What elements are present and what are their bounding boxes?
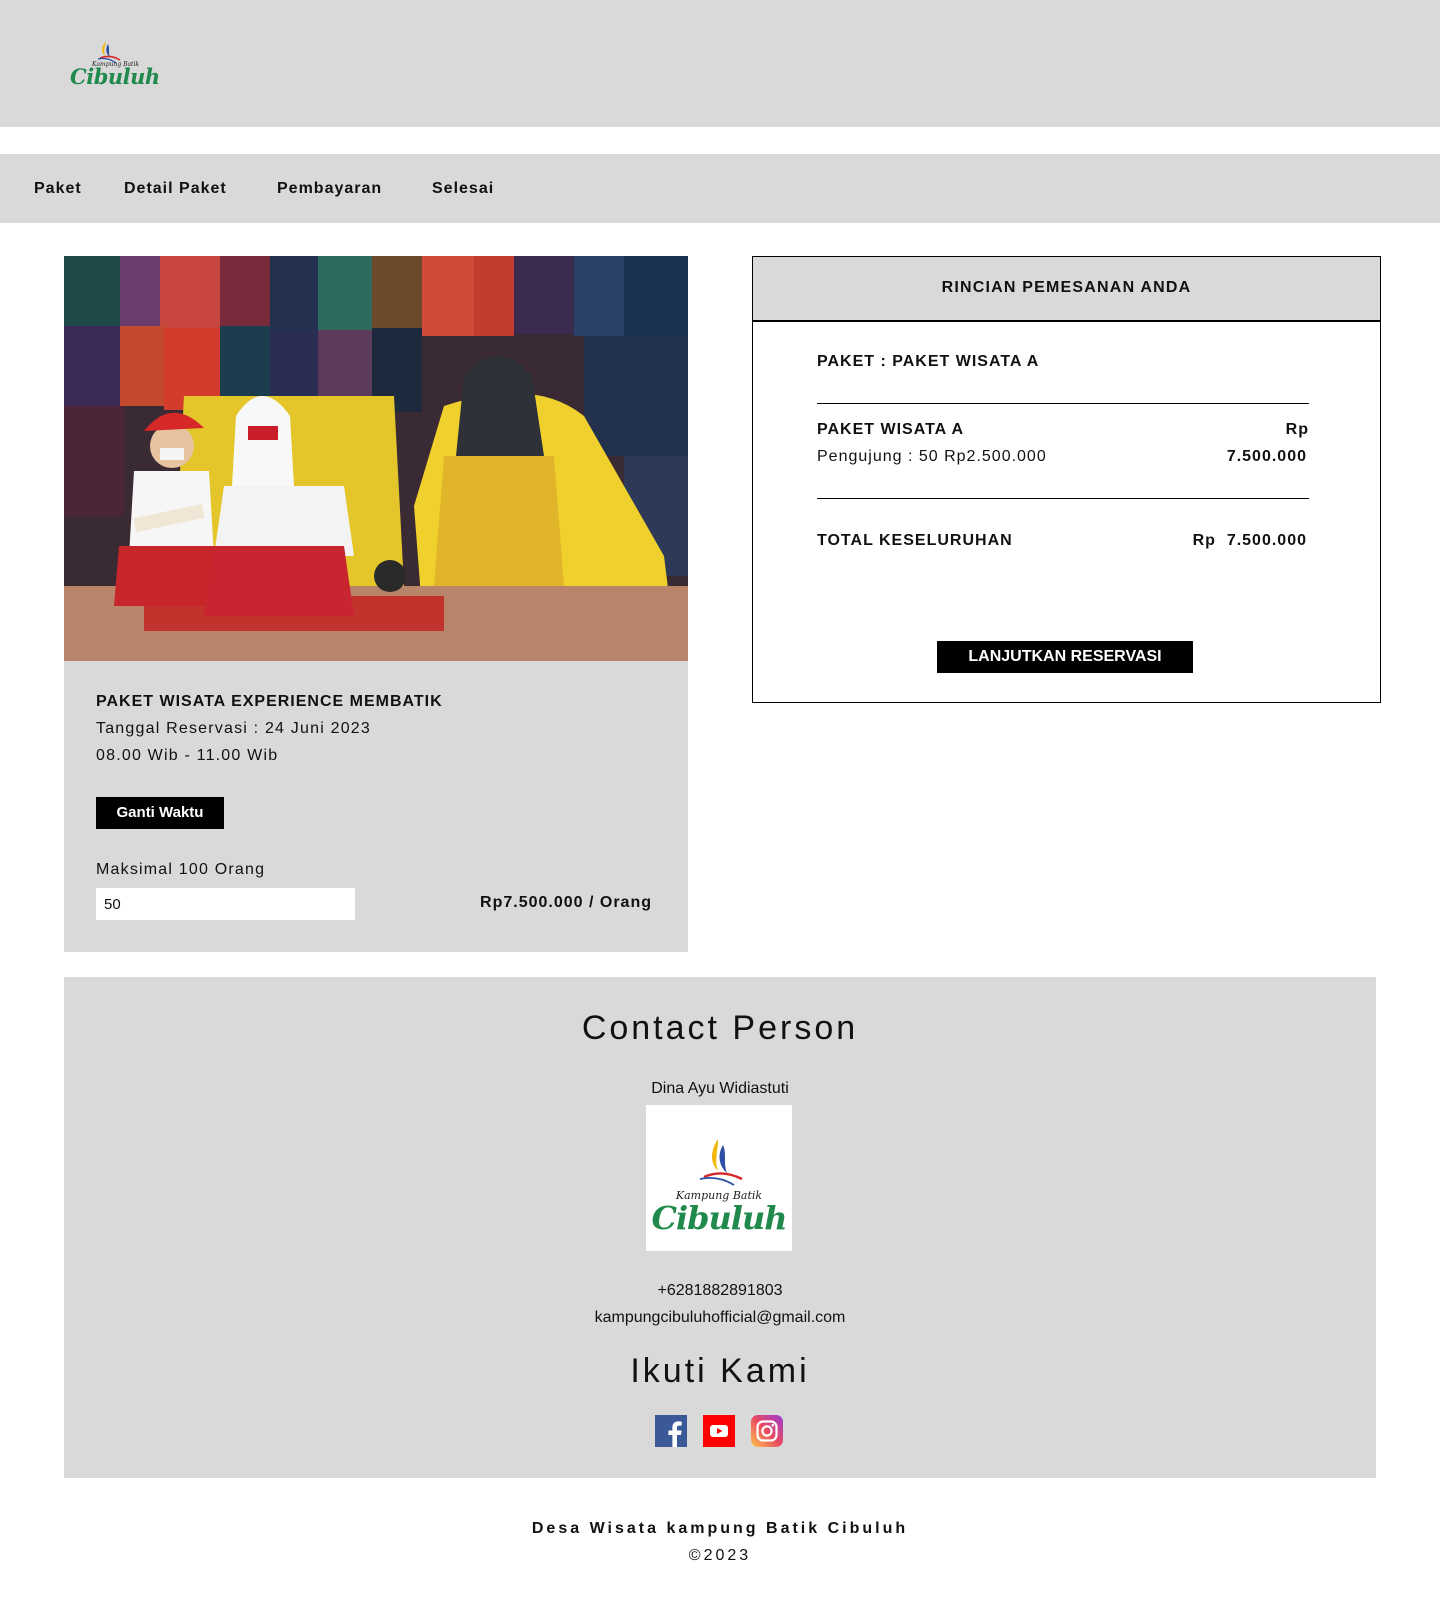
nav-item-paket[interactable]: Paket <box>34 180 82 198</box>
contact-email[interactable]: kampungcibuluhofficial@gmail.com <box>64 1309 1376 1327</box>
order-total-amount: Rp 7.500.000 <box>1192 532 1307 549</box>
contact-title: Contact Person <box>581 1009 859 1047</box>
order-item-detail: Pengujung : 50 Rp2.500.000 <box>817 448 1047 465</box>
batik-workshop-image <box>64 256 688 661</box>
max-visitors-label: Maksimal 100 Orang <box>96 861 266 878</box>
change-time-button[interactable]: Ganti Waktu <box>96 797 224 829</box>
order-item-currency: Rp <box>1285 421 1309 438</box>
order-summary-box: RINCIAN PEMESANAN ANDA PAKET : PAKET WIS… <box>752 256 1381 703</box>
package-title: PAKET WISATA EXPERIENCE MEMBATIK <box>96 693 443 710</box>
order-summary-header: RINCIAN PEMESANAN ANDA <box>753 257 1380 322</box>
contact-logo-wordmark: Cibuluh <box>651 1199 788 1237</box>
contact-section: Contact Person Dina Ayu Widiastuti Kampu… <box>64 977 1376 1478</box>
visitor-count-input[interactable] <box>96 888 355 920</box>
facebook-icon[interactable] <box>655 1415 687 1447</box>
order-item-name: PAKET WISATA A <box>817 421 965 438</box>
youtube-icon[interactable] <box>703 1415 735 1447</box>
reservation-date: Tanggal Reservasi : 24 Juni 2023 <box>96 720 371 737</box>
package-price: Rp7.500.000 / Orang <box>480 894 652 911</box>
step-nav: Paket Detail Paket Pembayaran Selesai <box>0 154 1440 223</box>
instagram-icon[interactable] <box>751 1415 783 1447</box>
footer-copyright: ©2023 <box>688 1547 752 1564</box>
contact-logo: Kampung Batik Cibuluh <box>646 1105 792 1251</box>
follow-us-title: Ikuti Kami <box>630 1352 810 1390</box>
nav-item-pembayaran[interactable]: Pembayaran <box>277 180 382 198</box>
footer-site-name: Desa Wisata kampung Batik Cibuluh <box>531 1520 909 1537</box>
nav-item-selesai[interactable]: Selesai <box>432 180 494 198</box>
site-logo[interactable]: Kampung Batik Cibuluh <box>70 38 160 93</box>
reservation-time: 08.00 Wib - 11.00 Wib <box>96 747 279 764</box>
order-divider <box>817 403 1309 404</box>
logo-wordmark: Cibuluh <box>70 64 160 89</box>
continue-reservation-button[interactable]: LANJUTKAN RESERVASI <box>937 641 1193 673</box>
order-summary-title: RINCIAN PEMESANAN ANDA <box>941 279 1192 296</box>
header-bar: Kampung Batik Cibuluh <box>0 0 1440 127</box>
contact-phone[interactable]: +6281882891803 <box>64 1282 1376 1300</box>
package-photo <box>64 256 688 661</box>
order-total-label: TOTAL KESELURUHAN <box>817 532 1013 549</box>
order-divider <box>817 498 1309 499</box>
nav-item-detail-paket[interactable]: Detail Paket <box>124 180 227 198</box>
order-package-line: PAKET : PAKET WISATA A <box>817 353 1040 370</box>
order-item-amount: 7.500.000 <box>1226 448 1307 465</box>
contact-name: Dina Ayu Widiastuti <box>651 1080 789 1097</box>
package-card: PAKET WISATA EXPERIENCE MEMBATIK Tanggal… <box>64 256 688 952</box>
